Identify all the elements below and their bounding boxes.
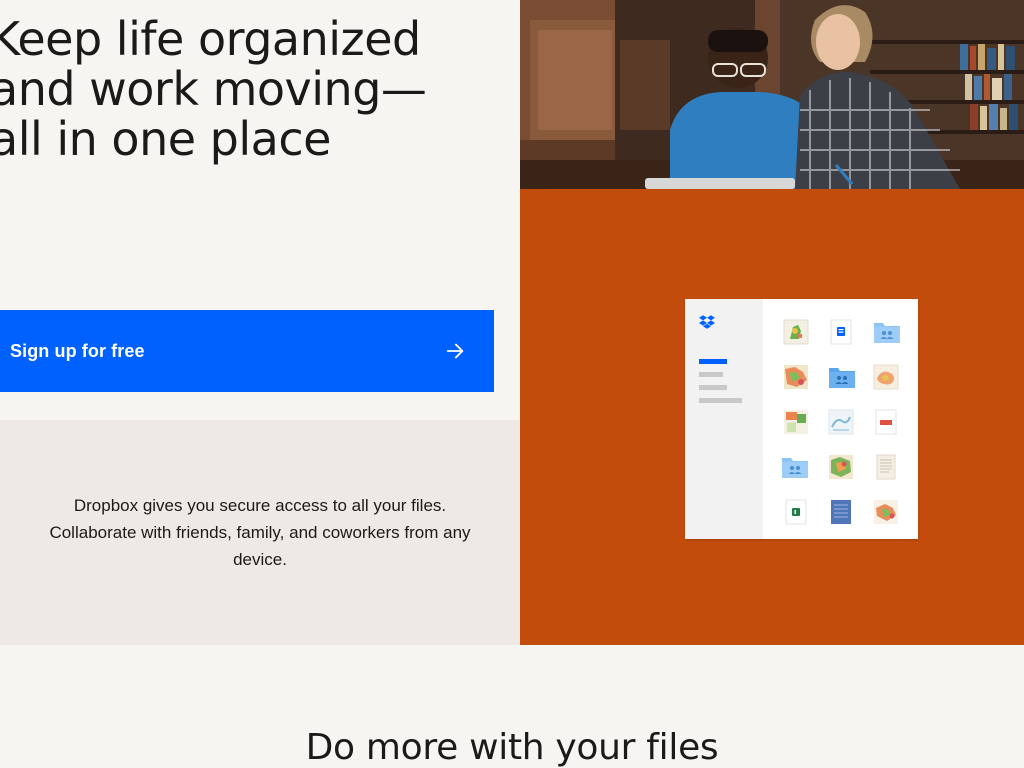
map-thumbnail-icon	[874, 500, 898, 524]
map-thumbnail-icon	[873, 364, 899, 390]
features-heading: Do more with your files	[305, 727, 719, 768]
hero-section: Keep life organized and work moving— all…	[0, 0, 520, 420]
file-browser-mockup	[685, 299, 918, 539]
shared-folder-icon	[874, 323, 900, 343]
map-thumbnail-icon	[783, 319, 809, 345]
signup-button[interactable]: Sign up for free	[0, 310, 494, 392]
mockup-nav-line	[699, 398, 742, 403]
map-thumbnail-icon	[829, 455, 853, 479]
shared-folder-icon	[782, 458, 808, 478]
document-icon	[830, 319, 852, 345]
mockup-nav-active	[699, 359, 727, 364]
map-thumbnail-icon	[784, 410, 808, 434]
landing-page: Keep life organized and work moving— all…	[0, 0, 1024, 768]
spreadsheet-icon	[785, 499, 807, 525]
pdf-file-icon	[875, 409, 897, 435]
hero-title: Keep life organized and work moving— all…	[0, 14, 520, 164]
signup-button-label: Sign up for free	[10, 340, 145, 361]
hero-title-line-3: all in one place	[0, 112, 331, 166]
dropbox-logo-icon	[699, 315, 715, 329]
mockup-file-grid	[763, 299, 918, 539]
hero-title-line-1: Keep life organized	[0, 12, 421, 66]
hero-photo	[520, 0, 1024, 189]
blueprint-icon	[831, 500, 851, 524]
map-thumbnail-icon	[784, 365, 808, 389]
shared-folder-icon	[829, 368, 855, 388]
description-panel: Dropbox gives you secure access to all y…	[0, 420, 520, 645]
mockup-nav-line	[699, 385, 727, 390]
hero-description: Dropbox gives you secure access to all y…	[49, 496, 471, 569]
library-photo-image	[520, 0, 1024, 189]
hero-title-line-2: and work moving—	[0, 62, 427, 116]
product-showcase-panel	[520, 189, 1024, 645]
map-thumbnail-icon	[828, 409, 854, 435]
document-icon	[876, 454, 896, 480]
arrow-right-icon	[446, 343, 464, 359]
mockup-nav-line	[699, 372, 723, 377]
mockup-sidebar	[685, 299, 763, 539]
